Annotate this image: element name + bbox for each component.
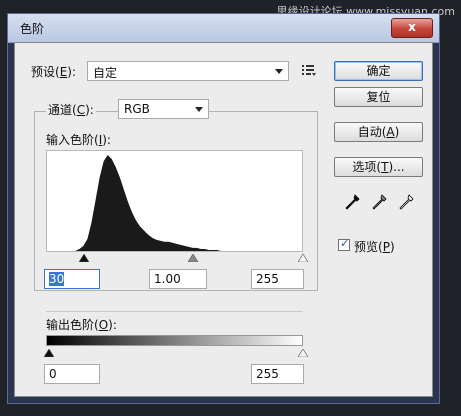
input-levels-label: 输入色阶(I): bbox=[46, 133, 111, 147]
preset-options-menu-icon[interactable] bbox=[301, 63, 317, 77]
output-black-slider[interactable] bbox=[44, 349, 54, 357]
auto-button[interactable]: 自动(A) bbox=[334, 122, 423, 142]
preset-value: 自定 bbox=[93, 66, 118, 80]
checkmark-icon: ✓ bbox=[340, 237, 350, 250]
reset-button[interactable]: 复位 bbox=[334, 87, 423, 107]
histogram bbox=[46, 150, 303, 252]
title-bar: 色阶 x bbox=[8, 14, 439, 43]
window-title: 色阶 bbox=[20, 22, 45, 36]
input-black-field[interactable]: 30 bbox=[44, 269, 100, 289]
chevron-down-icon bbox=[275, 69, 283, 74]
ok-button[interactable]: 确定 bbox=[334, 61, 423, 81]
output-black-field[interactable]: 0 bbox=[44, 364, 100, 384]
levels-dialog: 色阶 x 预设(E): 自定 确定 复位 自动(A) 选项(T)... ✓ 预览… bbox=[7, 13, 440, 404]
white-eyedropper-icon[interactable] bbox=[399, 194, 415, 212]
input-white-slider[interactable] bbox=[298, 254, 308, 262]
histogram-area bbox=[47, 155, 302, 251]
channel-label: 通道(C): bbox=[46, 101, 96, 118]
input-white-field[interactable]: 255 bbox=[251, 269, 304, 289]
divider bbox=[46, 311, 303, 312]
preset-label: 预设(E): bbox=[31, 65, 77, 79]
input-gamma-slider[interactable] bbox=[188, 254, 198, 262]
channel-dropdown[interactable]: RGB bbox=[118, 99, 209, 119]
options-button[interactable]: 选项(T)... bbox=[334, 157, 423, 177]
preset-dropdown[interactable]: 自定 bbox=[87, 61, 289, 81]
black-eyedropper-icon[interactable] bbox=[345, 194, 361, 212]
output-levels-label: 输出色阶(O): bbox=[46, 318, 117, 332]
gray-eyedropper-icon[interactable] bbox=[372, 194, 388, 212]
channel-value: RGB bbox=[124, 102, 150, 116]
chevron-down-icon bbox=[195, 107, 203, 112]
input-black-slider[interactable] bbox=[79, 254, 89, 262]
close-button[interactable]: x bbox=[391, 18, 433, 38]
dialog-body: 预设(E): 自定 确定 复位 自动(A) 选项(T)... ✓ 预览(P) 通… bbox=[14, 42, 433, 397]
output-white-slider[interactable] bbox=[298, 349, 308, 357]
preview-label: 预览(P) bbox=[354, 240, 395, 254]
output-gradient-bar bbox=[46, 335, 303, 346]
histogram-plot bbox=[47, 155, 302, 251]
preview-checkbox[interactable]: ✓ bbox=[338, 237, 350, 251]
input-gamma-field[interactable]: 1.00 bbox=[149, 269, 207, 289]
output-white-field[interactable]: 255 bbox=[251, 364, 304, 384]
